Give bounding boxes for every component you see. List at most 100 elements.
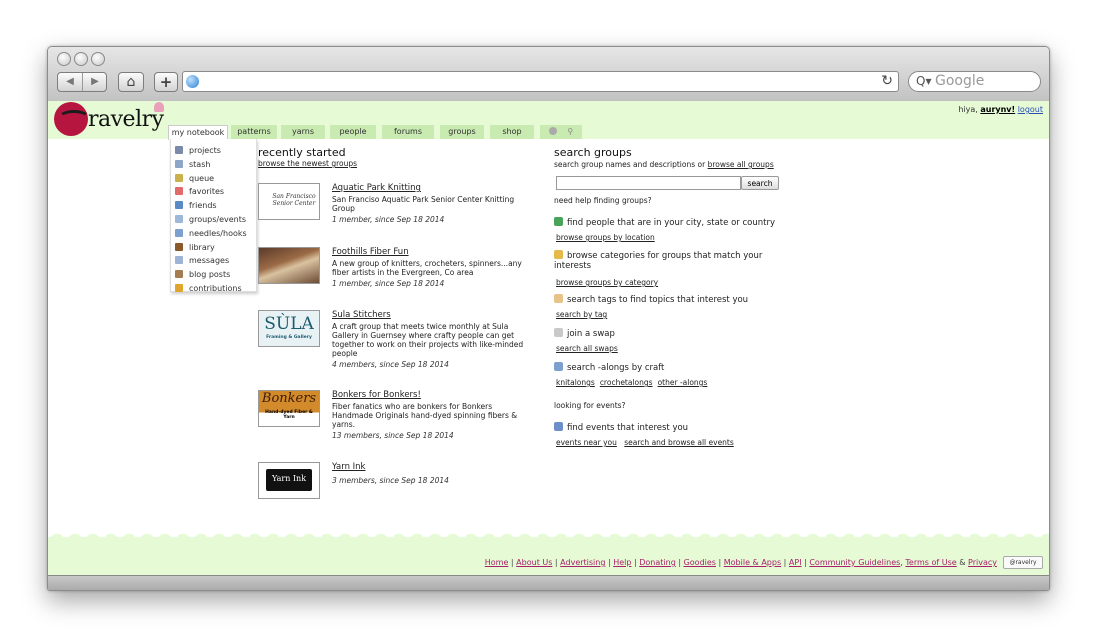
search-icon[interactable]: ⚲ [567,125,573,139]
group-description: A new group of knitters, crocheters, spi… [332,259,522,277]
group-name-link[interactable]: Yarn Ink [332,462,365,472]
group-details: Fiber fanatics who are bonkers for Bonke… [332,402,532,440]
zoom-window-button[interactable] [91,52,105,66]
tab-forums[interactable]: forums [382,125,434,139]
footer-link[interactable]: About Us [516,558,552,567]
help-title: need help finding groups? [554,196,652,205]
menu-item-blog-posts[interactable]: blog posts [175,269,230,283]
user-box: hiya, aurynv! logout [958,105,1043,114]
menu-item-library[interactable]: library [175,242,215,256]
tab-people[interactable]: people [330,125,376,139]
help-link[interactable]: other -alongs [658,378,708,387]
help-item-text: find people that are in your city, state… [567,218,775,228]
footer-separator: | [552,558,561,567]
browse-newest-link[interactable]: browse the newest groups [258,159,357,168]
recent-title: recently started [258,146,346,159]
group-thumbnail[interactable]: San Francisco Senior Center [258,183,320,220]
menu-item-projects[interactable]: projects [175,145,221,159]
help-link[interactable]: crochetalongs [600,378,653,387]
needles-icon [175,228,183,237]
group-name-link[interactable]: Foothills Fiber Fun [332,247,409,257]
menu-item-friends[interactable]: friends [175,200,217,214]
footer-link[interactable]: Advertising [560,558,605,567]
footer-link[interactable]: API [789,558,802,567]
footer-link[interactable]: Donating [639,558,676,567]
minimize-window-button[interactable] [74,52,88,66]
help-link[interactable]: search by tag [556,310,607,319]
help-link[interactable]: browse groups by location [556,233,655,242]
footer-link[interactable]: Help [613,558,631,567]
menu-item-needles-hooks[interactable]: needles/hooks [175,228,247,242]
site-header: ravelry hiya, aurynv! logout my notebook… [48,101,1049,140]
menu-item-groups-events[interactable]: groups/events [175,214,246,228]
menu-item-queue[interactable]: queue [175,173,214,187]
browse-all-groups-link[interactable]: browse all groups [708,160,774,169]
logout-link[interactable]: logout [1018,105,1043,114]
add-bookmark-button[interactable]: + [154,72,178,92]
tab-groups[interactable]: groups [440,125,484,139]
help-item-links: browse groups by location [556,233,660,242]
tab-patterns[interactable]: patterns [231,125,277,139]
help-link[interactable]: search all swaps [556,344,618,353]
reload-icon[interactable]: ↻ [881,72,893,91]
help-item: search -alongs by craft [554,362,784,373]
footer-link[interactable]: Privacy [968,558,997,567]
group-thumbnail[interactable]: SÙLA Framing & Gallery [258,310,320,347]
thumbnail-text: SÙLA [264,314,314,334]
recent-header: recently started browse the newest group… [258,146,357,168]
help-link[interactable]: browse groups by category [556,278,658,287]
help-icon[interactable] [548,127,557,135]
tab-my-notebook[interactable]: my notebook [168,125,228,140]
menu-item-messages[interactable]: messages [175,255,229,269]
speech-icon [175,215,183,223]
home-button[interactable]: ⌂ [118,72,144,92]
menu-item-label: favorites [189,187,225,197]
search-groups-section: search groups search group names and des… [554,146,804,190]
footer-link[interactable]: Mobile & Apps [724,558,781,567]
search-button[interactable]: search [741,176,779,190]
group-name-link[interactable]: Sula Stitchers [332,310,391,320]
group-name-link[interactable]: Aquatic Park Knitting [332,183,421,193]
help-item-links: browse groups by category [556,278,663,287]
group-thumbnail[interactable]: Yarn Ink [258,462,320,499]
search-title: search groups [554,146,632,159]
globe-icon [186,75,199,88]
help-item-text: join a swap [567,329,615,339]
menu-item-contributions[interactable]: contributions [175,283,242,297]
group-name-link[interactable]: Bonkers for Bonkers! [332,390,421,400]
events-title: looking for events? [554,401,626,410]
address-bar[interactable]: ↻ [182,71,899,92]
back-button[interactable]: ◀ [58,73,83,91]
group-thumbnail[interactable]: Bonkers Hand-dyed Fiber & Yarn [258,390,320,427]
group-thumbnail[interactable] [258,247,320,284]
footer-link[interactable]: Goodies [684,558,716,567]
twitter-handle: @ravelry [1009,559,1037,566]
tab-yarns[interactable]: yarns [281,125,325,139]
browser-window: ◀ ▶ ⌂ + ↻ Q▾ Google ravelry hiya, aurynv… [47,46,1050,591]
tab-shop[interactable]: shop [490,125,534,139]
thumbnail-text: Bonkers [261,391,317,406]
menu-item-stash[interactable]: stash [175,159,210,173]
browser-toolbar: ◀ ▶ ⌂ + ↻ Q▾ Google [48,47,1049,102]
footer-link[interactable]: Terms of Use [905,558,956,567]
footer-link[interactable]: Home [485,558,509,567]
username-link[interactable]: aurynv! [980,105,1015,114]
library-icon [175,242,183,251]
ravelry-logo[interactable]: ravelry [54,102,166,138]
group-search-input[interactable] [556,176,741,190]
thumbnail-subtext: Hand-dyed Fiber & Yarn [265,410,313,420]
events-near-you-link[interactable]: events near you [556,438,617,447]
close-window-button[interactable] [57,52,71,66]
menu-item-label: friends [189,201,217,211]
twitter-button[interactable]: @ravelry [1003,556,1043,569]
footer-link[interactable]: Community Guidelines [809,558,900,567]
site-footer: Home | About Us | Advertising | Help | D… [48,537,1049,575]
browser-search-field[interactable]: Q▾ Google [908,71,1041,92]
events-item: find events that interest you [554,422,688,433]
pencil-icon [175,284,183,292]
browse-all-events-link[interactable]: search and browse all events [624,438,734,447]
forward-button[interactable]: ▶ [83,73,107,91]
swap-icon [554,328,563,337]
menu-item-favorites[interactable]: favorites [175,186,224,200]
help-link[interactable]: knitalongs [556,378,595,387]
